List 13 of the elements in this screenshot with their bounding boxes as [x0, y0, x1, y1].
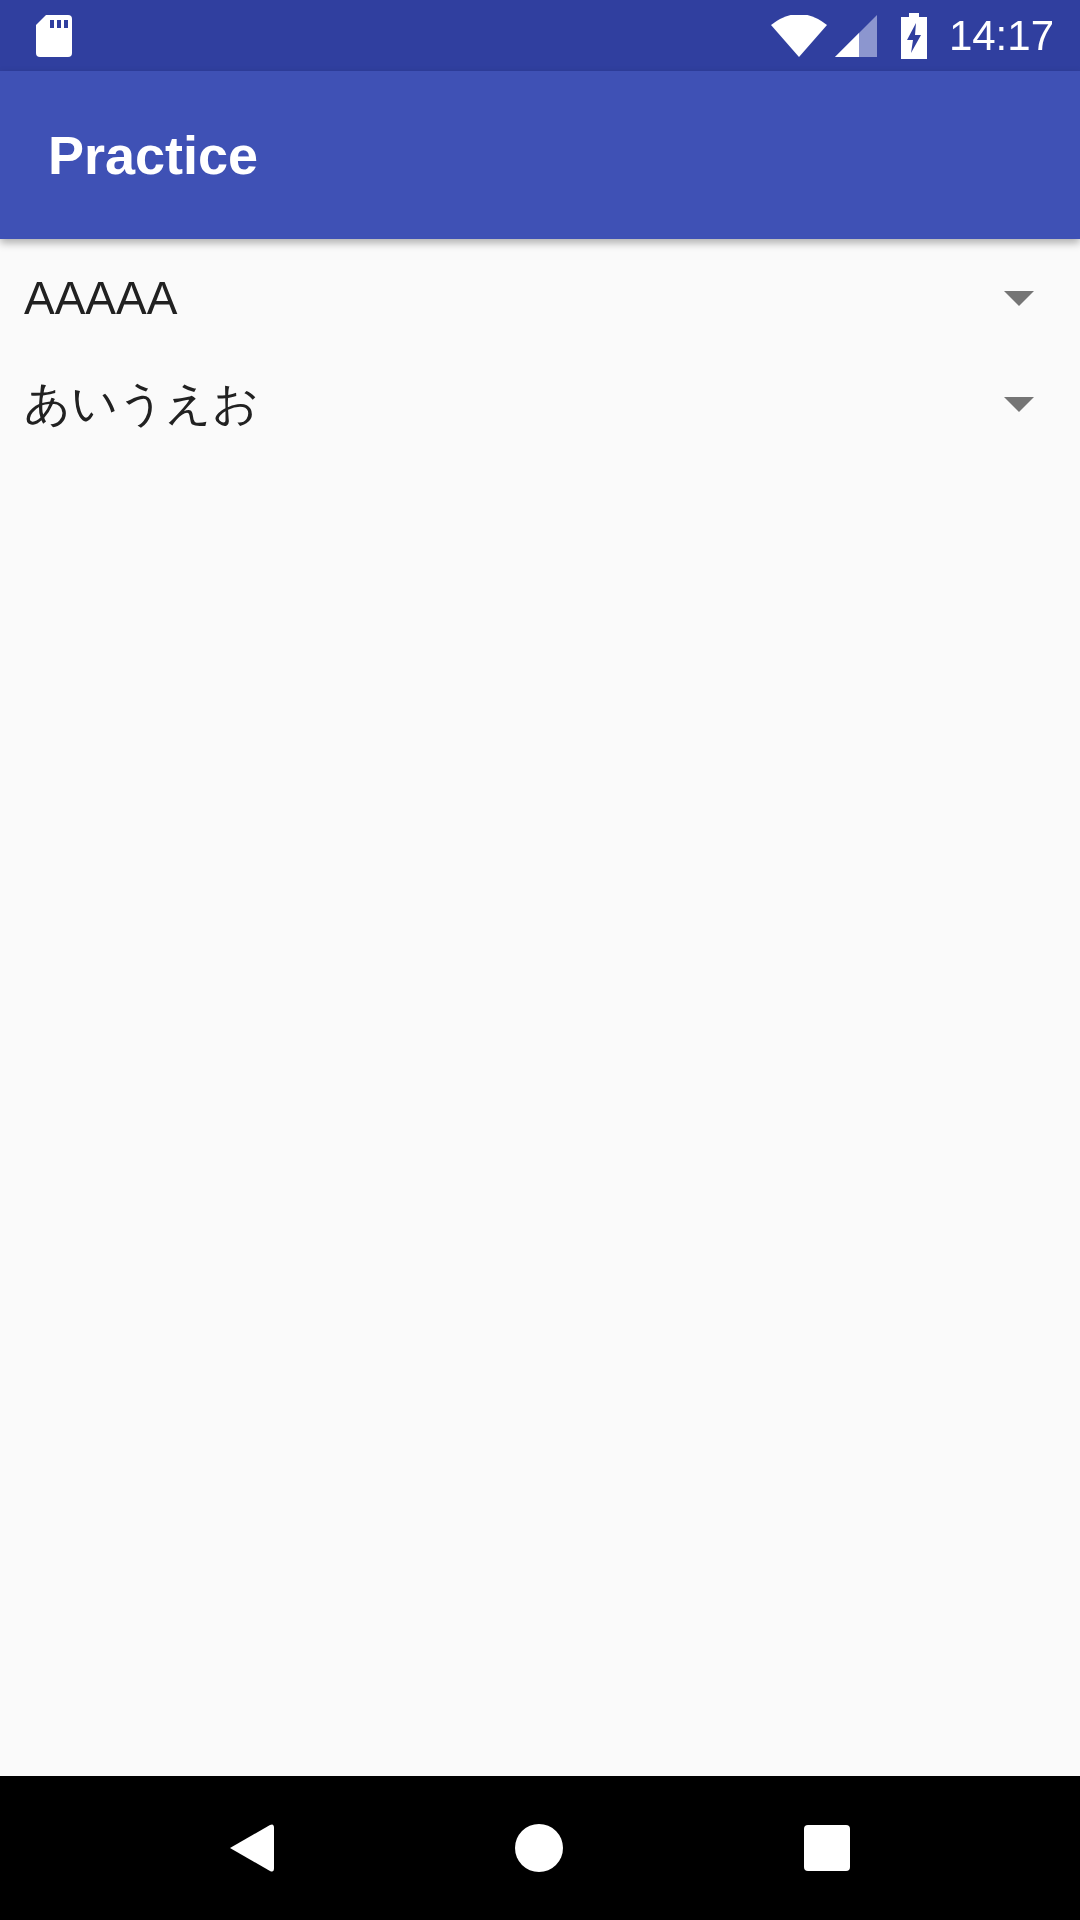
dropdown-spinner[interactable]: あいうえお: [0, 351, 1080, 457]
wifi-icon: [770, 14, 827, 57]
back-icon[interactable]: [230, 1823, 275, 1873]
battery-charging-icon: [900, 12, 927, 59]
home-icon[interactable]: [515, 1824, 563, 1872]
signal-icon: [834, 14, 877, 57]
dropdown-arrow-icon: [1004, 290, 1034, 306]
app-title: Practice: [48, 124, 259, 186]
sd-card-icon: [36, 14, 72, 57]
recents-icon[interactable]: [803, 1825, 850, 1871]
dropdown-arrow-icon: [1004, 396, 1034, 412]
status-time: 14:17: [948, 11, 1054, 60]
dropdown-spinner[interactable]: AAAAA: [0, 245, 1080, 351]
